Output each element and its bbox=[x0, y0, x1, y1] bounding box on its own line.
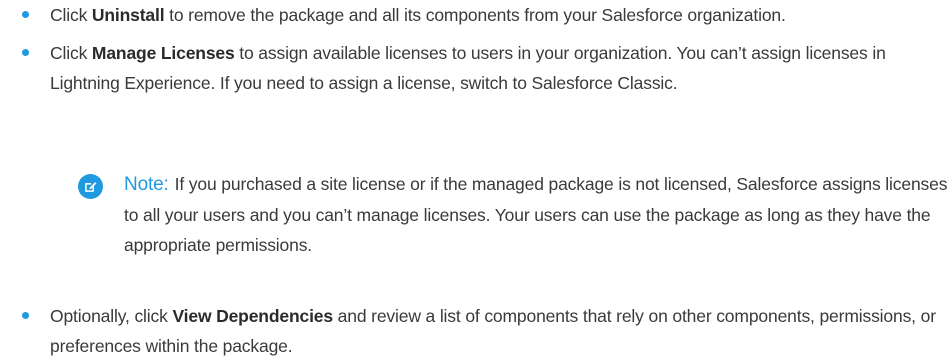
note-body: If you purchased a site license or if th… bbox=[124, 174, 948, 255]
bullet bbox=[22, 312, 29, 319]
list-item-text: Optionally, click View Dependencies and … bbox=[50, 301, 946, 361]
note-edit-icon bbox=[78, 174, 103, 199]
item-text-pre: Optionally, click bbox=[50, 306, 173, 326]
note-label: Note: bbox=[124, 174, 169, 195]
item-text-post: to remove the package and all its compon… bbox=[164, 5, 786, 25]
document-body: Click Uninstall to remove the package an… bbox=[0, 0, 951, 363]
item-text-pre: Click bbox=[50, 5, 92, 25]
bullet bbox=[22, 11, 29, 18]
manage-licenses-label: Manage Licenses bbox=[91, 43, 235, 63]
note-text: Note: If you purchased a site license or … bbox=[124, 169, 949, 260]
list-item-text: Click Uninstall to remove the package an… bbox=[50, 0, 946, 30]
item-text-pre: Click bbox=[50, 43, 92, 63]
bullet bbox=[22, 49, 29, 56]
list-item-text: Click Manage Licenses to assign availabl… bbox=[50, 38, 946, 98]
uninstall-label: Uninstall bbox=[91, 5, 165, 25]
view-dependencies-label: View Dependencies bbox=[172, 306, 333, 326]
